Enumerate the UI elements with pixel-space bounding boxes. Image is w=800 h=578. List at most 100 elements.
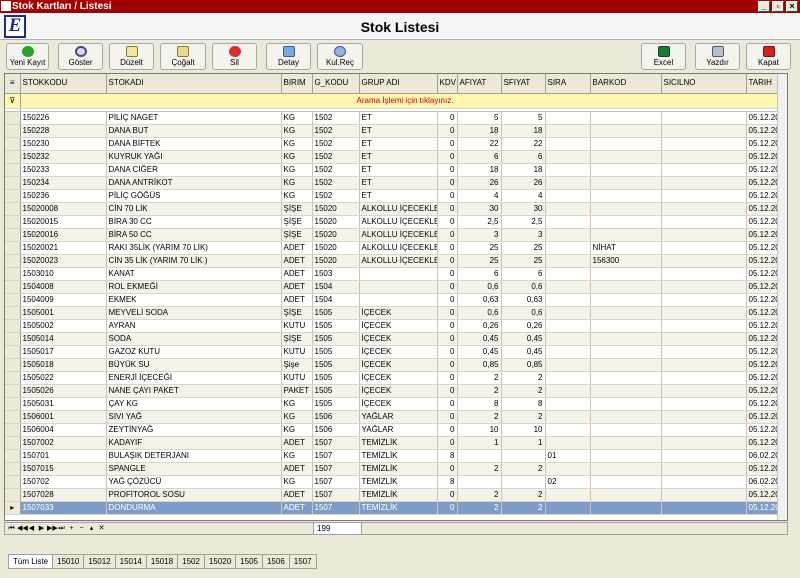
table-cell[interactable]: [661, 384, 747, 398]
table-cell[interactable]: ET: [359, 150, 438, 164]
table-cell[interactable]: 2: [457, 501, 502, 515]
post-icon[interactable]: ▴: [87, 523, 96, 534]
tab-15014[interactable]: 15014: [115, 554, 147, 569]
table-cell[interactable]: 0: [437, 319, 458, 333]
table-row[interactable]: 1505031 ÇAY KG KG 1505 İÇECEK 0 8 8 05.12.2009: [5, 397, 787, 411]
col-header[interactable]: STOKKODU: [20, 74, 107, 94]
duplicate-button[interactable]: Çoğalt: [160, 43, 206, 70]
table-cell[interactable]: 0: [437, 202, 458, 216]
row-indicator[interactable]: [5, 267, 21, 281]
table-cell[interactable]: 15020008: [20, 202, 107, 216]
table-cell[interactable]: [661, 371, 747, 385]
table-cell[interactable]: PROFİTOROL SOSU: [106, 488, 282, 502]
table-cell[interactable]: [545, 267, 591, 281]
table-cell[interactable]: GAZOZ KUTU: [106, 345, 282, 359]
table-cell[interactable]: 22: [501, 137, 546, 151]
table-cell[interactable]: 0: [437, 267, 458, 281]
row-indicator[interactable]: [5, 371, 21, 385]
table-cell[interactable]: PİLİÇ NAGET: [106, 111, 282, 125]
table-cell[interactable]: [590, 397, 662, 411]
table-row[interactable]: 1505018 BÜYÜK SU Şişe 1505 İÇECEK 0 0,85 0,85 05…: [5, 358, 787, 372]
table-cell[interactable]: 150236: [20, 189, 107, 203]
table-row[interactable]: 150234 DANA ANTRİKOT KG 1502 ET 0 26 26 05.12.20…: [5, 176, 787, 190]
table-cell[interactable]: KG: [281, 397, 313, 411]
table-cell[interactable]: CİN 70 LİK: [106, 202, 282, 216]
table-cell[interactable]: 1504008: [20, 280, 107, 294]
table-cell[interactable]: DANA BİFTEK: [106, 137, 282, 151]
tab-1507[interactable]: 1507: [289, 554, 317, 569]
table-cell[interactable]: [661, 254, 747, 268]
table-cell[interactable]: 3: [457, 228, 502, 242]
table-row[interactable]: 1504008 ROL EKMEĞİ ADET 1504 0 0,6 0,6 05.12.20…: [5, 280, 787, 294]
table-cell[interactable]: 2: [457, 410, 502, 424]
table-cell[interactable]: 01: [545, 449, 591, 463]
table-cell[interactable]: ET: [359, 137, 438, 151]
table-cell[interactable]: YAĞLAR: [359, 423, 438, 437]
table-cell[interactable]: 0: [437, 436, 458, 450]
table-cell[interactable]: 25: [501, 254, 546, 268]
table-cell[interactable]: EKMEK: [106, 293, 282, 307]
table-cell[interactable]: İÇECEK: [359, 397, 438, 411]
table-cell[interactable]: [545, 345, 591, 359]
row-indicator[interactable]: [5, 176, 21, 190]
prev-page-icon[interactable]: ◀◀: [17, 523, 28, 534]
table-cell[interactable]: [661, 111, 747, 125]
table-cell[interactable]: [661, 475, 747, 489]
column-chooser-icon[interactable]: ≡: [5, 74, 21, 94]
table-cell[interactable]: 25: [457, 241, 502, 255]
table-cell[interactable]: TEMİZLİK: [359, 449, 438, 463]
table-cell[interactable]: 1503: [312, 267, 360, 281]
table-cell[interactable]: KUTU: [281, 371, 313, 385]
table-cell[interactable]: 0: [437, 306, 458, 320]
table-cell[interactable]: 0,85: [501, 358, 546, 372]
table-cell[interactable]: 0,26: [501, 319, 546, 333]
table-cell[interactable]: [545, 423, 591, 437]
table-cell[interactable]: [661, 319, 747, 333]
table-cell[interactable]: [661, 397, 747, 411]
tab-15012[interactable]: 15012: [84, 554, 116, 569]
table-cell[interactable]: 0,63: [457, 293, 502, 307]
table-cell[interactable]: 2: [457, 384, 502, 398]
table-cell[interactable]: 15020023: [20, 254, 107, 268]
table-cell[interactable]: 2,5: [457, 215, 502, 229]
row-indicator[interactable]: [5, 488, 21, 502]
table-cell[interactable]: [661, 189, 747, 203]
table-cell[interactable]: [661, 150, 747, 164]
table-cell[interactable]: [545, 488, 591, 502]
table-cell[interactable]: [590, 150, 662, 164]
table-cell[interactable]: 150702: [20, 475, 107, 489]
cancel-icon[interactable]: ✕: [97, 523, 106, 534]
table-cell[interactable]: DANA ANTRİKOT: [106, 176, 282, 190]
table-cell[interactable]: [661, 202, 747, 216]
table-cell[interactable]: 18: [457, 124, 502, 138]
table-cell[interactable]: [545, 332, 591, 346]
table-cell[interactable]: [545, 306, 591, 320]
table-row[interactable]: 15020021 RAKI 35LİK (YARIM 70 LİK) ADET 150…: [5, 241, 787, 255]
table-cell[interactable]: KG: [281, 124, 313, 138]
table-cell[interactable]: 150234: [20, 176, 107, 190]
table-cell[interactable]: 1507: [312, 436, 360, 450]
table-cell[interactable]: ET: [359, 163, 438, 177]
table-cell[interactable]: RAKI 35LİK (YARIM 70 LİK): [106, 241, 282, 255]
table-cell[interactable]: ROL EKMEĞİ: [106, 280, 282, 294]
table-cell[interactable]: 18: [501, 124, 546, 138]
table-cell[interactable]: MEYVELİ SODA: [106, 306, 282, 320]
table-cell[interactable]: 1507: [312, 488, 360, 502]
table-cell[interactable]: [590, 371, 662, 385]
detail-button[interactable]: Detay: [266, 43, 311, 70]
table-cell[interactable]: [590, 189, 662, 203]
col-header[interactable]: STOKADI: [106, 74, 282, 94]
table-cell[interactable]: 0,45: [457, 345, 502, 359]
table-cell[interactable]: 0,85: [457, 358, 502, 372]
table-cell[interactable]: [661, 241, 747, 255]
table-row[interactable]: 150702 YAĞ ÇÖZÜCÜ KG 1507 TEMİZLİK 8 02 06.02.2…: [5, 475, 787, 489]
table-cell[interactable]: KG: [281, 111, 313, 125]
table-cell[interactable]: 0,26: [457, 319, 502, 333]
table-cell[interactable]: 1502: [312, 176, 360, 190]
table-cell[interactable]: 0: [437, 124, 458, 138]
table-cell[interactable]: 0: [437, 111, 458, 125]
row-indicator[interactable]: [5, 280, 21, 294]
table-cell[interactable]: [590, 319, 662, 333]
vertical-scrollbar[interactable]: [777, 74, 787, 520]
tab-1502[interactable]: 1502: [178, 554, 205, 569]
